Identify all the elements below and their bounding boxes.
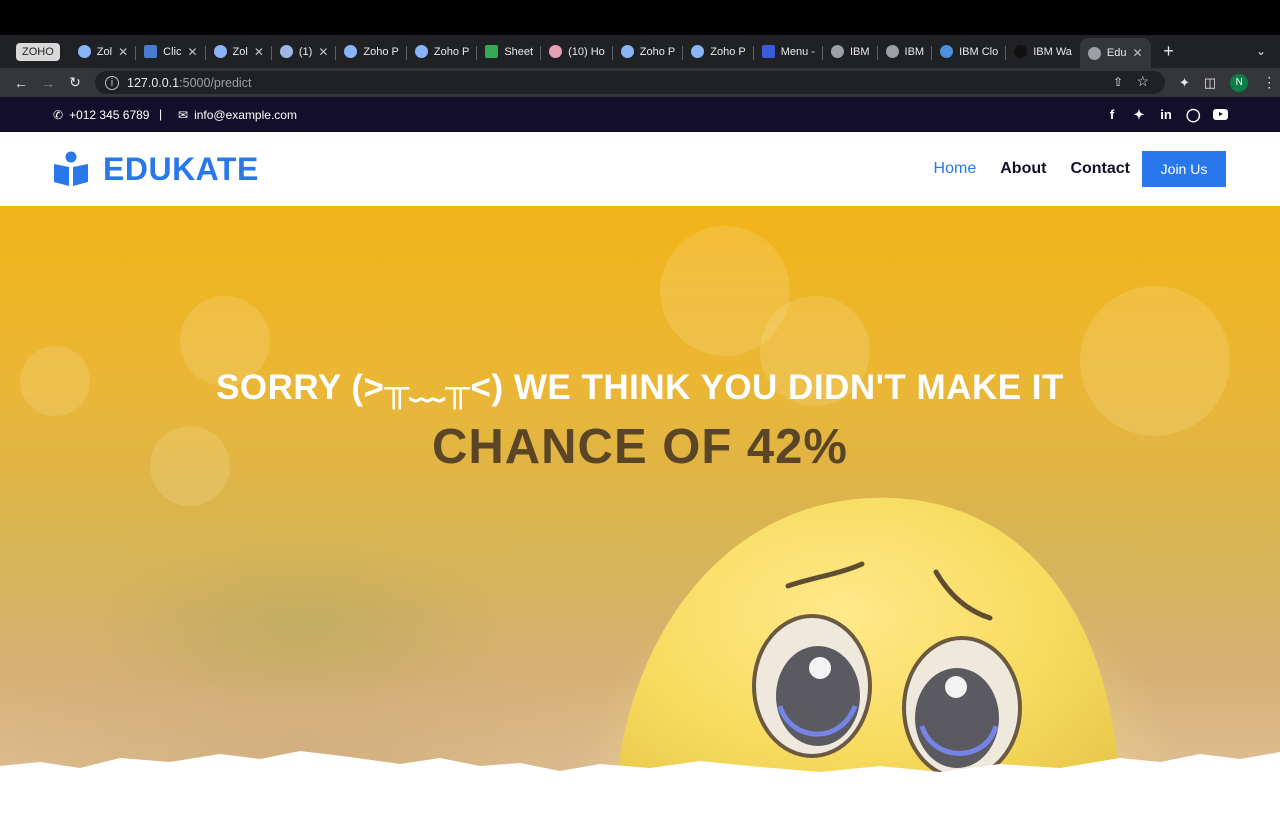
window-top-bar (0, 0, 1280, 35)
phone-number: +012 345 6789 (69, 107, 150, 122)
social-links: f ✦ in ◯ (1105, 97, 1228, 132)
main-menu: Home About Contact (934, 132, 1130, 206)
phone-contact: ✆ +012 345 6789 (53, 97, 149, 132)
tab-title: (1) (298, 45, 313, 58)
ibm-cloud-favicon-icon (940, 45, 954, 58)
close-icon[interactable]: ✕ (254, 45, 264, 59)
tab-title: IBM Wa (1033, 45, 1072, 58)
tab-title: Zoho P (710, 45, 746, 58)
brand-name: EDUKATE (103, 150, 259, 187)
site-navbar: EDUKATE Home About Contact Join Us (0, 132, 1280, 206)
new-tab-button[interactable]: + (1159, 41, 1179, 62)
nav-contact[interactable]: Contact (1070, 160, 1130, 178)
close-icon[interactable]: ✕ (187, 45, 197, 59)
tab-title: Sheet (504, 45, 534, 58)
zoho-favicon-icon (691, 45, 705, 58)
email-contact: ✉ info@example.com (178, 97, 297, 132)
info-icon[interactable]: i (105, 75, 119, 90)
twitter-icon[interactable]: ✦ (1132, 107, 1146, 123)
tab-title: Zoho P (363, 45, 399, 58)
zoho-favicon-icon (620, 45, 634, 58)
chevron-down-icon[interactable]: ⌄ (1256, 44, 1266, 58)
zoho-favicon-icon (414, 45, 428, 58)
browser-tab[interactable]: (1) ✕ (272, 38, 337, 66)
url-path: :5000/predict (179, 75, 252, 90)
notification-favicon-icon (549, 45, 563, 58)
browser-tab[interactable]: Zoho P (336, 38, 408, 66)
browser-tab[interactable]: IBM (878, 38, 933, 66)
zc-favicon-icon (761, 45, 775, 58)
back-icon[interactable]: ← (10, 75, 32, 91)
bookmark-star-icon[interactable]: ☆ (1136, 73, 1149, 90)
phone-icon: ✆ (53, 107, 64, 122)
browser-tab[interactable]: Menu - (754, 38, 824, 66)
browser-tab[interactable]: Zol ✕ (70, 38, 137, 66)
tab-title: IBM (849, 45, 870, 58)
browser-tab[interactable]: Clic ✕ (136, 38, 206, 66)
sad-emoji-illustration (0, 497, 1280, 831)
watson-favicon-icon (1014, 45, 1028, 58)
browser-tab-active[interactable]: Edu ✕ (1079, 38, 1151, 68)
reload-icon[interactable]: ↻ (64, 74, 86, 91)
chat-favicon-icon (144, 45, 158, 58)
tab-title: Zoho P (639, 45, 676, 58)
sheet-favicon-icon (485, 45, 499, 58)
instagram-icon[interactable]: ◯ (1186, 107, 1201, 123)
browser-tab[interactable]: Zol ✕ (206, 38, 273, 66)
email-address: info@example.com (194, 107, 297, 122)
browser-tab[interactable]: Sheet (477, 38, 541, 66)
browser-tab[interactable]: (10) Ho (541, 38, 613, 66)
tab-title: Edu (1106, 47, 1127, 59)
share-icon[interactable]: ⇧ (1113, 75, 1123, 89)
envelope-icon: ✉ (178, 107, 189, 122)
contact-info-bar: ✆ +012 345 6789 | ✉ info@example.com f ✦… (0, 97, 1280, 132)
hero-title: SORRY (>╥﹏╥<) WE THINK YOU DIDN'T MAKE I… (216, 368, 1064, 407)
zoho-favicon-icon (344, 45, 358, 58)
browser-tab[interactable]: Zoho P (613, 38, 684, 66)
tab-title: IBM (904, 45, 925, 58)
browser-tab[interactable]: IBM (823, 38, 878, 66)
close-icon[interactable]: ✕ (1133, 46, 1143, 60)
tab-title: (10) Ho (568, 45, 605, 58)
tab-title: Zol (96, 45, 113, 58)
linkedin-icon[interactable]: in (1159, 107, 1173, 122)
profile-avatar[interactable]: N (1230, 73, 1249, 92)
close-icon[interactable]: ✕ (318, 45, 328, 59)
tab-title: IBM Clo (959, 45, 999, 58)
tab-title: Menu - (780, 45, 815, 58)
browser-address-bar: ← → ↻ i 127.0.0.1:5000/predict ⇧ ☆ ✦ ◫ N… (0, 68, 1280, 97)
globe-icon (885, 45, 899, 58)
join-us-button[interactable]: Join Us (1142, 151, 1226, 187)
tab-title: Zol (232, 45, 248, 58)
side-panel-icon[interactable]: ◫ (1204, 75, 1216, 91)
facebook-icon[interactable]: f (1105, 107, 1119, 122)
hero-banner: SORRY (>╥﹏╥<) WE THINK YOU DIDN'T MAKE I… (0, 206, 1280, 831)
youtube-icon[interactable] (1213, 109, 1228, 120)
browser-tab[interactable]: IBM Clo (932, 38, 1007, 66)
browser-tab[interactable]: Zoho P (683, 38, 755, 66)
brand-logo[interactable]: EDUKATE (53, 149, 259, 189)
browser-tab[interactable]: Zoho P (407, 38, 478, 66)
forward-icon[interactable]: → (37, 75, 59, 91)
browser-tab-strip: ZOHO Zol ✕ Clic ✕ Zol ✕ (1) ✕ Zoho P Zoho P … (0, 35, 1280, 68)
nav-about[interactable]: About (1000, 160, 1046, 178)
globe-icon (830, 45, 844, 58)
divider: | (159, 107, 163, 121)
close-icon[interactable]: ✕ (118, 45, 128, 59)
browser-tab[interactable]: IBM Wa (1006, 38, 1080, 66)
url-field[interactable]: i 127.0.0.1:5000/predict ⇧ ☆ (95, 71, 1165, 94)
extensions-puzzle-icon[interactable]: ✦ (1179, 75, 1190, 91)
tab-title: Clic (163, 45, 182, 58)
zoho-favicon-icon (77, 45, 91, 58)
nav-home[interactable]: Home (934, 160, 977, 178)
book-reader-icon (54, 151, 88, 186)
url-host: 127.0.0.1 (127, 75, 180, 90)
more-menu-icon[interactable]: ⋮ (1262, 74, 1276, 91)
globe-icon (1087, 46, 1101, 60)
tab-title: Zoho P (433, 45, 470, 58)
prediction-result: CHANCE OF 42% (432, 420, 848, 474)
zoho-favicon-icon (213, 45, 227, 58)
mail-favicon-icon (279, 45, 293, 58)
zoho-tab-group-badge[interactable]: ZOHO (16, 42, 60, 61)
